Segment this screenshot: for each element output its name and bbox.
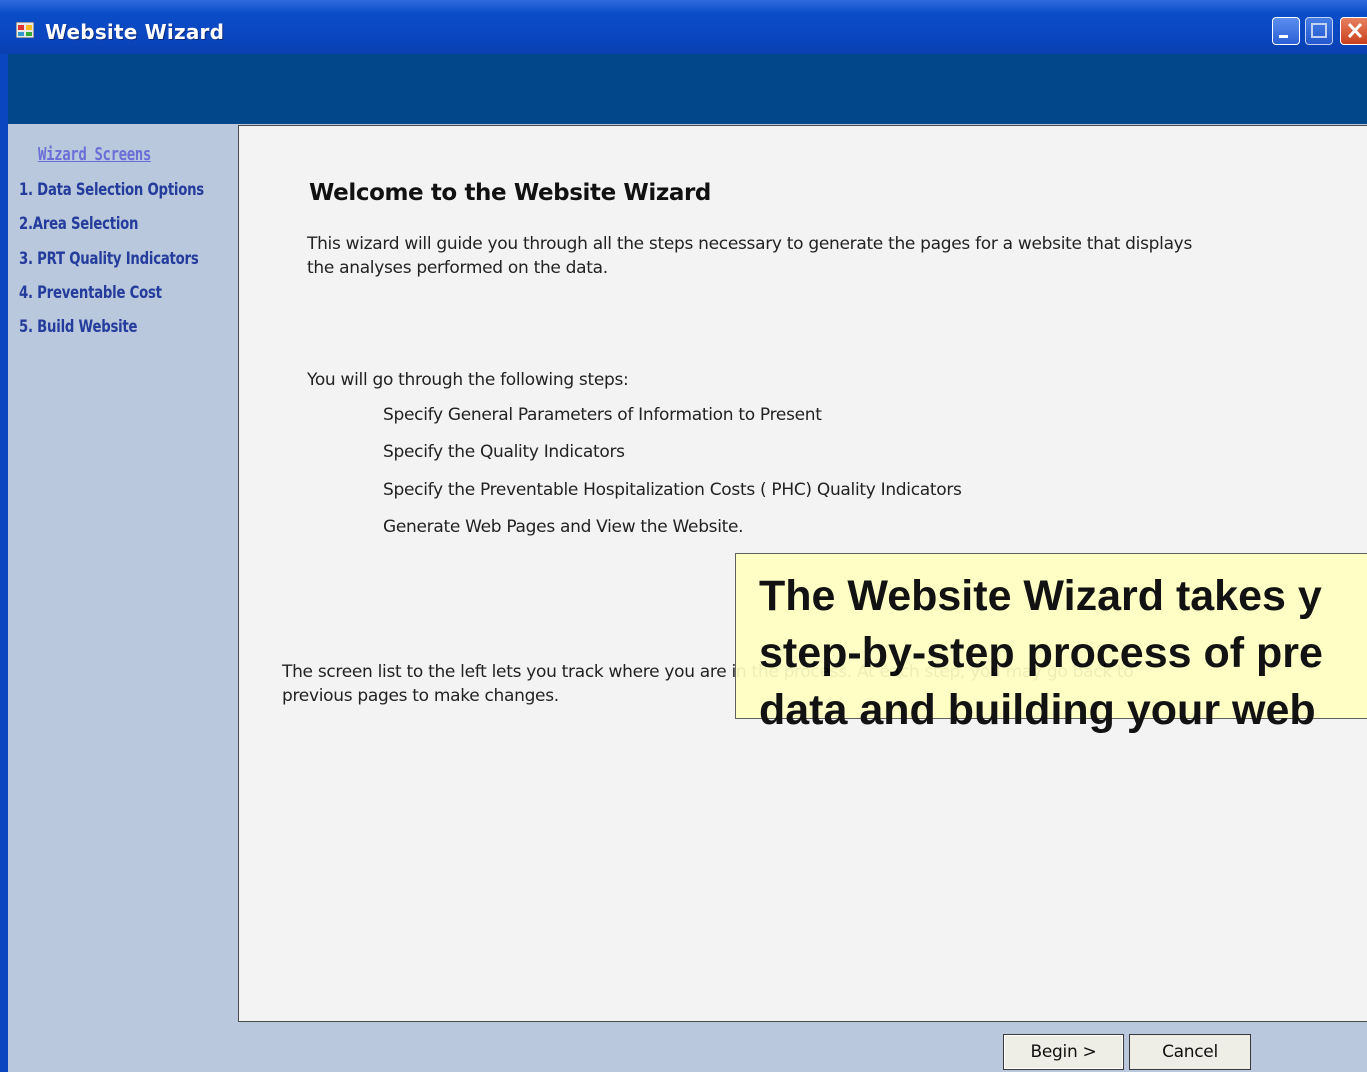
step-item: Specify the Quality Indicators xyxy=(383,442,625,462)
callout-line-1: The Website Wizard takes y xyxy=(759,572,1322,620)
sidebar-item-area-selection[interactable]: 2.Area Selection xyxy=(19,214,138,234)
begin-button[interactable]: Begin > xyxy=(1003,1034,1124,1070)
maximize-icon xyxy=(1311,23,1327,38)
callout-line-3: data and building your web xyxy=(759,686,1316,734)
sidebar-item-data-selection[interactable]: 1. Data Selection Options xyxy=(19,180,204,200)
sidebar-item-prt-quality-indicators[interactable]: 3. PRT Quality Indicators xyxy=(19,249,199,269)
minimize-icon xyxy=(1279,35,1288,38)
callout-text: The Website Wizard takes y step-by-step … xyxy=(759,568,1367,739)
sidebar-item-preventable-cost[interactable]: 4. Preventable Cost xyxy=(19,283,162,303)
minimize-button[interactable] xyxy=(1272,17,1300,45)
close-button[interactable] xyxy=(1340,17,1367,45)
callout-line-2: step-by-step process of pre xyxy=(759,629,1323,677)
close-icon xyxy=(1347,22,1363,39)
app-window-icon xyxy=(16,22,34,38)
step-item: Generate Web Pages and View the Website. xyxy=(383,517,744,537)
callout-box: The Website Wizard takes y step-by-step … xyxy=(735,553,1367,734)
page-title: Welcome to the Website Wizard xyxy=(309,180,711,206)
cancel-button[interactable]: Cancel xyxy=(1129,1034,1251,1070)
step-item: Specify the Preventable Hospitalization … xyxy=(383,480,962,500)
intro-text: This wizard will guide you through all t… xyxy=(307,232,1192,280)
intro-line-1: This wizard will guide you through all t… xyxy=(307,234,1193,254)
step-item: Specify General Parameters of Informatio… xyxy=(383,405,822,425)
intro-line-2: the analyses performed on the data. xyxy=(307,258,608,278)
sidebar-item-build-website[interactable]: 5. Build Website xyxy=(19,317,138,337)
maximize-button[interactable] xyxy=(1305,17,1333,45)
header-banner xyxy=(0,54,1367,124)
steps-intro: You will go through the following steps: xyxy=(307,370,629,390)
window-title: Website Wizard xyxy=(45,20,225,44)
sidebar-heading[interactable]: Wizard Screens xyxy=(38,144,151,165)
window-frame-left xyxy=(0,54,8,1072)
sidebar: Wizard Screens 1. Data Selection Options… xyxy=(8,124,238,1072)
title-bar: Website Wizard xyxy=(0,0,1367,54)
